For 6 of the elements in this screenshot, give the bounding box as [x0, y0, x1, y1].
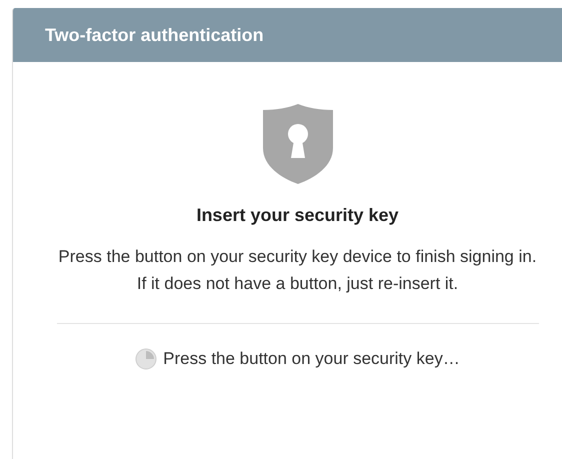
status-text: Press the button on your security key…	[163, 348, 460, 370]
panel-title: Two-factor authentication	[45, 24, 264, 46]
prompt-heading: Insert your security key	[196, 204, 399, 227]
shield-keyhole-icon	[262, 104, 332, 184]
prompt-message: Press the button on your security key device to finish signing in. If it does not have a button, just re-insert it.	[57, 246, 538, 295]
spinner-icon	[135, 348, 158, 370]
